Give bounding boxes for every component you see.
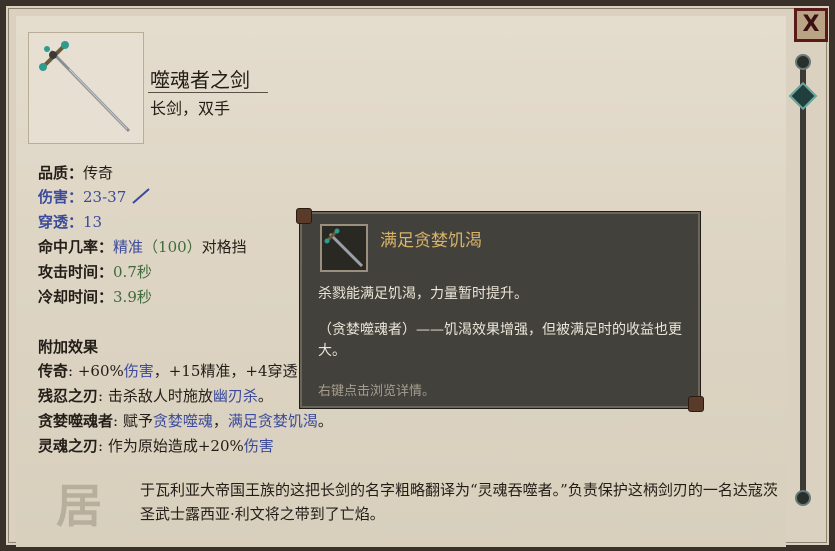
ability-icon xyxy=(320,224,368,272)
effect-text: 击杀敌人时施放 xyxy=(107,387,213,405)
tooltip-corner xyxy=(688,396,704,412)
stat-label[interactable]: 穿透： xyxy=(38,213,83,231)
effect-text: ，+15精准，+4穿透 xyxy=(153,362,298,380)
tooltip-title: 满足贪婪饥渴 xyxy=(380,231,482,251)
stat-quality: 品质：传奇 xyxy=(38,162,113,183)
stat-accuracy: 命中几率：精准（100）对格挡 xyxy=(38,236,247,257)
effect-label: 传奇 xyxy=(38,362,69,380)
close-button[interactable]: X xyxy=(794,8,828,42)
scrollbar-track[interactable] xyxy=(800,60,806,500)
scroll-top-knob[interactable] xyxy=(795,54,811,70)
stat-label: 冷却时间： xyxy=(38,288,114,306)
effect-text: 赋予 xyxy=(122,412,153,430)
damage-keyword[interactable]: 伤害 xyxy=(124,362,154,380)
stat-recovery-time: 冷却时间：3.9秒 xyxy=(38,286,152,307)
effect-colon: : xyxy=(113,412,123,430)
ability-keyword[interactable]: 满足贪婪饥渴 xyxy=(228,412,318,430)
accuracy-value: （100） xyxy=(143,238,202,256)
item-description: 于瓦利亚大帝国王族的这把长剑的名字粗略翻译为“灵魂吞噬者。”负责保护这柄剑刃的一… xyxy=(140,481,778,523)
effect-colon: : xyxy=(98,437,108,455)
accuracy-suffix: 对格挡 xyxy=(201,238,247,256)
effect-label: 贪婪噬魂者 xyxy=(38,412,114,430)
effect-text: 。 xyxy=(317,412,333,430)
stat-label: 命中几率： xyxy=(38,238,114,256)
stat-label[interactable]: 伤害： xyxy=(38,188,83,206)
tooltip-line-2: （贪婪噬魂者）——饥渴效果增强，但被满足时的收益也更大。 xyxy=(318,322,682,359)
damage-keyword[interactable]: 伤害 xyxy=(244,437,274,455)
stat-value: 3.9秒 xyxy=(113,288,152,306)
ability-keyword[interactable]: 幽刃杀 xyxy=(213,387,258,405)
item-type: 长剑，双手 xyxy=(150,99,231,118)
tooltip-line-1: 杀戮能满足饥渴，力量暂时提升。 xyxy=(318,286,528,302)
stat-penetration: 穿透：13 xyxy=(38,211,102,232)
tooltip-hint: 右键点击浏览详情。 xyxy=(318,384,436,399)
stat-label: 攻击时间： xyxy=(38,263,114,281)
tooltip-corner xyxy=(296,208,312,224)
stat-label: 品质： xyxy=(38,164,84,182)
effect-colon: : xyxy=(68,362,78,380)
stat-value: 传奇 xyxy=(83,164,114,182)
stat-value: 13 xyxy=(83,213,103,231)
ability-tooltip: 满足贪婪饥渴 杀戮能满足饥渴，力量暂时提升。 （贪婪噬魂者）——饥渴效果增强，但… xyxy=(296,208,704,412)
item-name-underline xyxy=(148,92,268,93)
effect-label: 灵魂之刃 xyxy=(38,437,99,455)
effect-text: 。 xyxy=(257,387,273,405)
effect-cruel-blade: 残忍之刃: 击杀敌人时施放幽刃杀。 xyxy=(38,385,273,406)
sword-icon xyxy=(39,41,131,133)
stat-value: 0.7秒 xyxy=(113,263,152,281)
faction-emblem-icon: 居 xyxy=(56,479,102,533)
effect-text: ， xyxy=(212,412,228,430)
stat-attack-time: 攻击时间：0.7秒 xyxy=(38,261,152,282)
effects-heading: 附加效果 xyxy=(38,338,99,356)
effect-colon: : xyxy=(98,387,108,405)
effect-legendary: 传奇: +60%伤害，+15精准，+4穿透 xyxy=(38,360,298,381)
effect-greedy-soul-eater: 贪婪噬魂者: 赋予贪婪噬魂，满足贪婪饥渴。 xyxy=(38,410,333,431)
ability-keyword[interactable]: 贪婪噬魂 xyxy=(153,412,213,430)
effect-text: +60% xyxy=(77,362,124,380)
piercing-damage-icon xyxy=(132,188,150,204)
stat-damage: 伤害：23-37 xyxy=(38,186,151,207)
stat-value: 23-37 xyxy=(83,188,127,206)
effect-text: 作为原始造成+20% xyxy=(107,437,244,455)
item-portrait xyxy=(28,32,144,144)
effect-soul-blade: 灵魂之刃: 作为原始造成+20%伤害 xyxy=(38,435,274,456)
item-name: 噬魂者之剑 xyxy=(150,68,250,92)
sword-icon xyxy=(324,228,364,268)
effect-label: 残忍之刃 xyxy=(38,387,99,405)
scroll-bottom-knob[interactable] xyxy=(795,490,811,506)
accuracy-keyword[interactable]: 精准 xyxy=(113,238,143,256)
